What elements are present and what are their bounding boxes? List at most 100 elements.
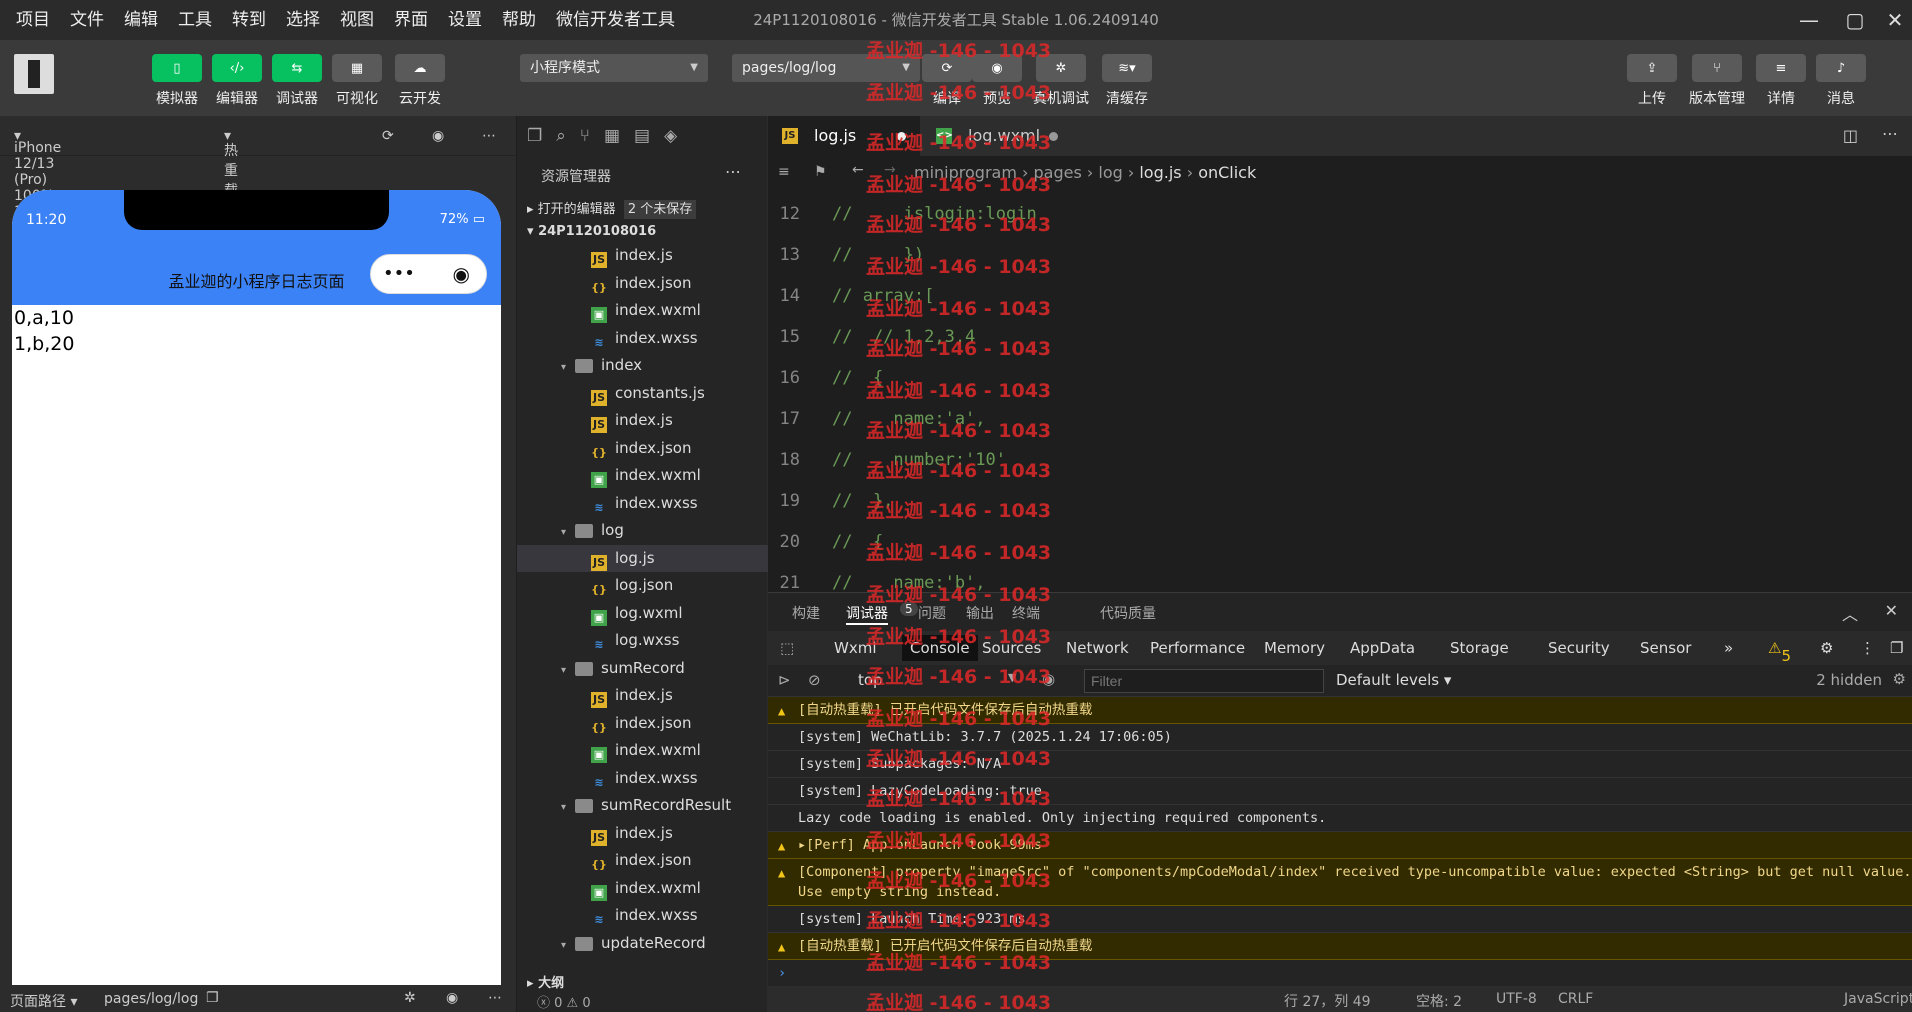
code-lines[interactable]: 12 // islogin:login 13 // }) 14 // array:[15 /… (768, 194, 1912, 604)
encoding[interactable]: UTF-8 (1496, 991, 1537, 1007)
tab-panel[interactable]: 代码质量 (1100, 603, 1156, 623)
close-icon[interactable]: ✕ (1885, 601, 1898, 620)
language-mode[interactable]: JavaScript (1844, 991, 1912, 1007)
split-editor-icon[interactable]: ◫ (1843, 126, 1858, 145)
file-tree-item[interactable]: {} index.json (517, 710, 768, 738)
eye-icon[interactable]: ◉ (446, 990, 458, 1006)
tab-wxml[interactable]: Wxml (834, 639, 877, 657)
levels-select[interactable]: Default levels ▾ (1336, 671, 1451, 689)
tab-panel[interactable]: 构建 (792, 603, 820, 623)
simulator-button[interactable]: ▯ 模拟器 (152, 54, 202, 108)
upload-button[interactable]: ⇪ 上传 (1627, 54, 1677, 108)
breadcrumb-item[interactable]: miniprogram (914, 163, 1017, 182)
more-icon[interactable]: ⋯ (488, 990, 502, 1006)
file-tree-item[interactable]: ▾ log (517, 517, 768, 545)
tab-performance[interactable]: Performance (1150, 639, 1245, 657)
version-button[interactable]: ⑂ 版本管理 (1689, 54, 1745, 108)
editor-button[interactable]: ‹/› 编辑器 (212, 54, 262, 108)
console-message[interactable]: [system] WeChatLib: 3.7.7 (2025.1.24 17:… (768, 724, 1912, 751)
file-tree-item[interactable]: ≋ index.wxss (517, 765, 768, 793)
messages-button[interactable]: ♪ 消息 (1816, 54, 1866, 108)
device-select[interactable]: iPhone 12/13 (Pro) 100% 16 ▾ (14, 128, 61, 220)
menu-item[interactable]: 文件 (60, 0, 114, 40)
tab-network[interactable]: Network (1066, 639, 1129, 657)
file-tree-item[interactable]: ≋ log.wxss (517, 627, 768, 655)
docker-icon[interactable]: ◈ (664, 126, 677, 146)
menu-capsule[interactable]: ••• ◉ (370, 254, 487, 294)
console-message[interactable]: [system] Subpackages: N/A (768, 751, 1912, 778)
file-tree-item[interactable]: JS log.js (517, 544, 768, 572)
chevron-up-icon[interactable]: ︿ (1842, 601, 1858, 625)
console-prompt[interactable]: › (768, 960, 1912, 986)
menu-item[interactable]: 微信开发者工具 (546, 0, 685, 40)
file-tree-item[interactable]: ▣ log.wxml (517, 600, 768, 628)
file-tree-item[interactable]: {} log.json (517, 572, 768, 600)
file-tree-item[interactable]: ▾ sumRecord (517, 655, 768, 683)
copy-icon[interactable]: ❐ (206, 990, 219, 1006)
cloud-button[interactable]: ☁ 云开发 (395, 54, 445, 108)
menu-item[interactable]: 编辑 (114, 0, 168, 40)
eye-icon[interactable]: ◉ (1042, 670, 1055, 688)
source-control-icon[interactable]: ⑂ (580, 126, 590, 146)
menu-item[interactable]: 选择 (276, 0, 330, 40)
file-tree-item[interactable]: {} index.json (517, 435, 768, 463)
console-message[interactable]: ▲ ▸[Perf] App.onLaunch took 99ms (768, 832, 1912, 859)
code-line[interactable]: 16 // { (768, 358, 1912, 399)
file-tree-item[interactable]: JS index.js (517, 820, 768, 848)
mode-select[interactable]: 小程序模式 ▼ (520, 54, 708, 82)
console-message[interactable]: [system] Launch Time: 923 ms (768, 906, 1912, 933)
sidebar-toggle-icon[interactable]: ⊳ (778, 671, 791, 689)
tab-panel[interactable]: 问题 (918, 603, 946, 623)
file-tree-item[interactable]: {} index.json (517, 270, 768, 298)
file-tree-item[interactable]: ≋ index.wxss (517, 325, 768, 353)
problems-summary[interactable]: ⓧ 0 ⚠ 0 (537, 992, 591, 1011)
inspect-icon[interactable]: ⬚ (780, 639, 794, 657)
indentation[interactable]: 空格: 2 (1416, 991, 1462, 1011)
tab-log-wxml[interactable]: <> log.wxml (922, 116, 1072, 156)
more-dots-icon[interactable]: ••• (383, 263, 415, 284)
filter-input[interactable] (1084, 669, 1324, 693)
file-tree-item[interactable]: ▣ index.wxml (517, 737, 768, 765)
menu-item[interactable]: 视图 (330, 0, 384, 40)
context-select[interactable]: top (858, 671, 883, 689)
bug-icon[interactable]: ✲ (404, 990, 416, 1006)
tab-memory[interactable]: Memory (1264, 639, 1325, 657)
files-icon[interactable]: ❐ (527, 126, 542, 146)
file-tree-item[interactable]: ▣ index.wxml (517, 297, 768, 325)
line-ending[interactable]: CRLF (1558, 991, 1593, 1007)
project-section[interactable]: ▾ 24P1120108016 (527, 224, 656, 239)
open-editors-section[interactable]: ▸ 打开的编辑器 2 个未保存 (527, 198, 697, 219)
file-tree-item[interactable]: JS index.js (517, 242, 768, 270)
avatar[interactable] (14, 54, 54, 94)
clear-console-icon[interactable]: ⊘ (808, 671, 821, 689)
cursor-position[interactable]: 行 27，列 49 (1284, 991, 1371, 1011)
tab-sources[interactable]: Sources (982, 639, 1041, 657)
hot-reload-toggle[interactable]: 热重载 开 ▾ (224, 128, 238, 219)
preview-button[interactable]: ◉ 预览 (972, 54, 1022, 108)
extensions-icon[interactable]: ▦ (604, 126, 620, 146)
visual-button[interactable]: ▦ 可视化 (332, 54, 382, 108)
menu-item[interactable]: 设置 (438, 0, 492, 40)
menu-item[interactable]: 项目 (6, 0, 60, 40)
warning-count[interactable]: ⚠ 5 (1768, 639, 1791, 665)
code-line[interactable]: 13 // }) (768, 235, 1912, 276)
tab-security[interactable]: Security (1548, 639, 1610, 657)
debugger-button[interactable]: ⇆ 调试器 (272, 54, 322, 108)
console-message[interactable]: ▲ [自动热重载] 已开启代码文件保存后自动热重载 (768, 697, 1912, 724)
tab-debugger[interactable]: 调试器 (846, 603, 888, 625)
breadcrumb-item[interactable]: onClick (1198, 163, 1256, 182)
clear-cache-button[interactable]: ≋▾ 清缓存 (1102, 54, 1152, 108)
menu-item[interactable]: 帮助 (492, 0, 546, 40)
tab-sensor[interactable]: Sensor (1640, 639, 1691, 657)
dock-icon[interactable]: ❐ (1890, 639, 1903, 657)
console-message[interactable]: [system] LazyCodeLoading: true (768, 778, 1912, 805)
breadcrumb-item[interactable]: log (1098, 163, 1122, 182)
code-line[interactable]: 20 // { (768, 522, 1912, 563)
page-path-label[interactable]: 页面路径 ▾ (10, 991, 77, 1011)
menu-item[interactable]: 工具 (168, 0, 222, 40)
tab-console[interactable]: Console (902, 635, 978, 661)
tab-appdata[interactable]: AppData (1350, 639, 1415, 657)
tab-panel[interactable]: 终端 (1012, 603, 1040, 623)
file-tree-item[interactable]: JS index.js (517, 682, 768, 710)
more-icon[interactable]: ⋯ (482, 128, 496, 144)
